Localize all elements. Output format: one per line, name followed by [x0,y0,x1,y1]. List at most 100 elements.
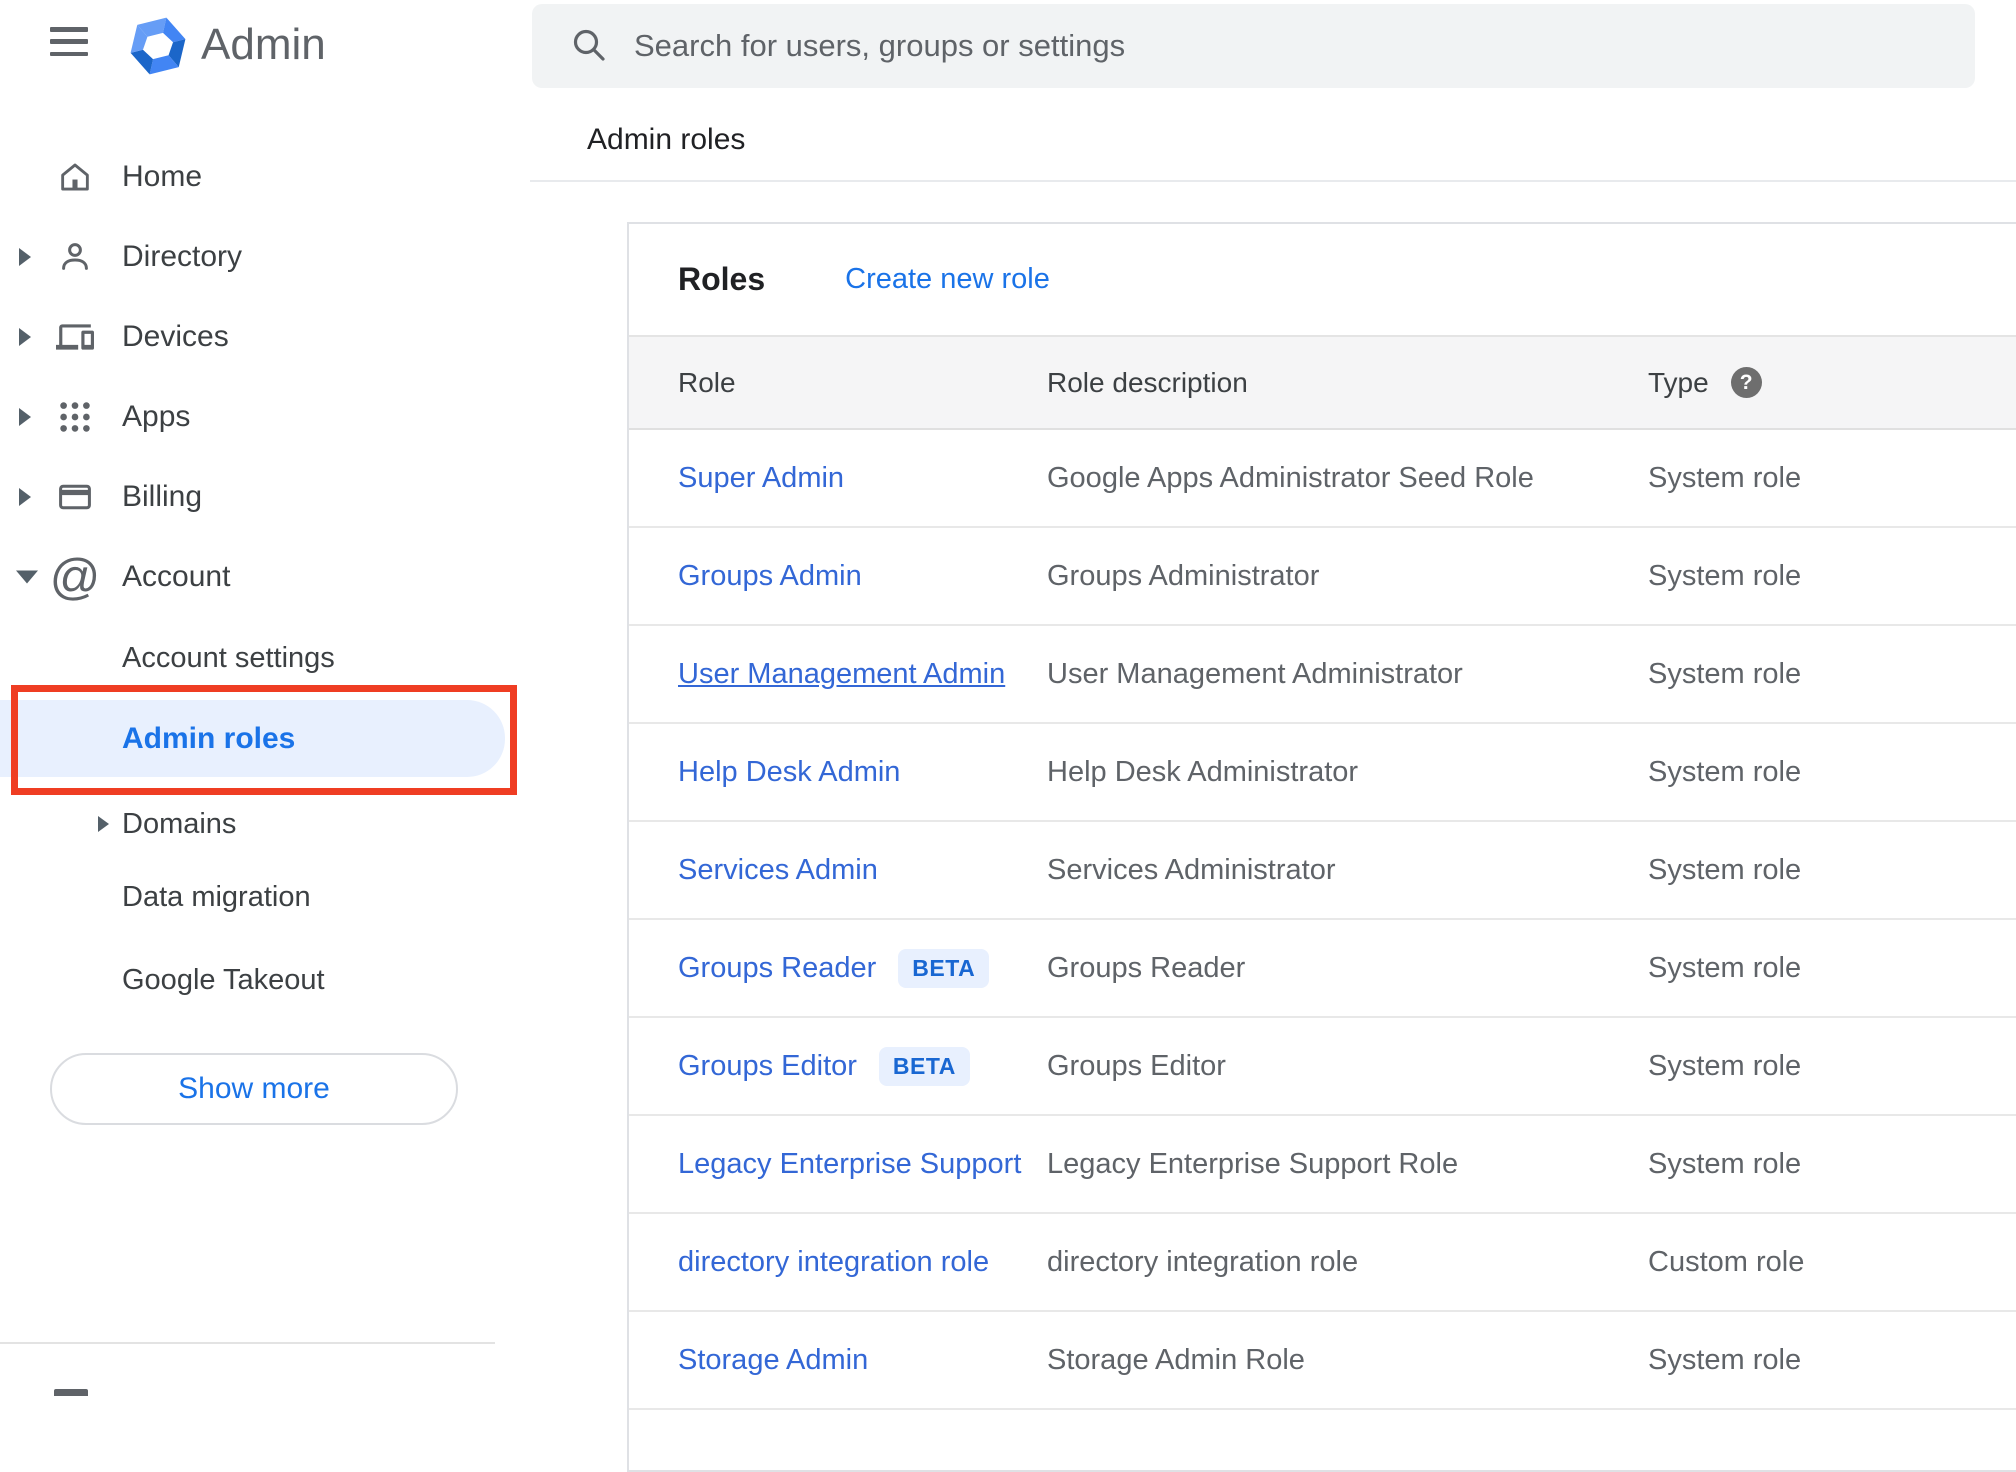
role-type: System role [1648,1147,1802,1180]
cutoff-bottom-icon [54,1389,88,1396]
sidebar-item-label: Directory [122,240,243,273]
sidebar-item-admin-roles[interactable]: Admin roles [0,700,505,777]
roles-panel: Roles Create new role Role Role descript… [627,222,2016,1472]
help-icon[interactable]: ? [1730,367,1762,398]
at-sign-icon: @ [49,549,101,605]
sidebar: Admin Home Directory Devices Apps Billin… [0,0,530,1396]
role-link[interactable]: User Management Admin [678,658,1005,691]
role-type: System role [1648,1343,1802,1376]
devices-icon [56,318,94,356]
person-icon [56,238,94,276]
breadcrumb: Admin roles [587,123,746,156]
table-row: Help Desk Admin Help Desk Administrator … [629,724,2016,822]
table-row: directory integration role directory int… [629,1214,2016,1312]
role-description: Help Desk Administrator [1047,755,1359,788]
role-type: System role [1648,559,1802,592]
sidebar-item-domains[interactable]: Domains [0,784,530,864]
role-link[interactable]: Super Admin [678,462,844,495]
sidebar-item-data-migration[interactable]: Data migration [0,857,530,937]
sidebar-item-label: Devices [122,320,229,353]
role-description: Storage Admin Role [1047,1343,1305,1376]
panel-title: Roles [678,261,766,297]
role-link[interactable]: Groups Admin [678,560,862,593]
beta-badge: BETA [898,948,990,988]
sidebar-item-label: Admin roles [122,721,296,755]
sidebar-item-directory[interactable]: Directory [0,217,530,297]
sidebar-item-account[interactable]: @ Account [0,537,530,617]
role-type: System role [1648,853,1802,886]
role-link[interactable]: directory integration role [678,1246,989,1279]
role-description: Google Apps Administrator Seed Role [1047,461,1534,494]
role-description: Groups Reader [1047,951,1246,984]
search-input[interactable]: Search for users, groups or settings [532,4,1975,88]
role-type: System role [1648,951,1802,984]
role-cell: Legacy Enterprise Support [678,1148,1047,1181]
sidebar-item-devices[interactable]: Devices [0,297,530,377]
table-row: Groups Editor BETA Groups Editor System … [629,1018,2016,1116]
role-link[interactable]: Storage Admin [678,1344,868,1377]
create-new-role-link[interactable]: Create new role [845,263,1050,296]
role-cell: Groups Admin [678,560,1047,593]
roles-panel-header: Roles Create new role [629,224,2016,335]
role-description: User Management Administrator [1047,657,1463,690]
role-cell: Help Desk Admin [678,756,1047,789]
chevron-right-icon[interactable] [19,248,31,266]
role-link[interactable]: Groups Editor [678,1050,857,1083]
role-cell: Groups Reader BETA [678,948,1047,988]
role-link[interactable]: Groups Reader [678,952,876,985]
sidebar-item-label: Data migration [122,880,311,913]
app-title: Admin [201,20,326,69]
role-link[interactable]: Help Desk Admin [678,756,900,789]
table-header-row: Role Role description Type ? [629,335,2016,430]
role-cell: User Management Admin [678,658,1047,691]
admin-console-page: { "app": { "title": "Admin" }, "search":… [0,0,2016,1472]
role-cell: Super Admin [678,462,1047,495]
table-row: Super Admin Google Apps Administrator Se… [629,430,2016,528]
column-header-description: Role description [1047,366,1248,398]
role-cell: directory integration role [678,1246,1047,1279]
chevron-right-icon[interactable] [98,816,109,832]
column-header-role: Role [678,366,736,398]
sidebar-item-billing[interactable]: Billing [0,457,530,537]
sidebar-item-label: Home [122,160,203,193]
role-type: System role [1648,1049,1802,1082]
sidebar-item-label: Account [122,560,231,593]
role-link[interactable]: Services Admin [678,854,878,887]
chevron-right-icon[interactable] [19,408,31,426]
apps-grid-icon [56,398,94,436]
sidebar-item-label: Account settings [122,641,335,674]
role-type: System role [1648,755,1802,788]
chevron-down-icon[interactable] [16,570,38,584]
credit-card-icon [56,478,94,516]
role-description: Groups Administrator [1047,559,1320,592]
menu-icon[interactable] [50,27,88,56]
sidebar-divider [0,1342,495,1344]
show-more-button[interactable]: Show more [50,1053,458,1125]
sidebar-item-account-settings[interactable]: Account settings [0,618,530,698]
role-description: directory integration role [1047,1245,1359,1278]
role-link[interactable]: Legacy Enterprise Support [678,1148,1021,1181]
chevron-right-icon[interactable] [19,488,31,506]
search-placeholder: Search for users, groups or settings [634,28,1126,63]
role-cell: Storage Admin [678,1344,1047,1377]
role-description: Services Administrator [1047,853,1336,886]
beta-badge: BETA [878,1046,970,1086]
home-icon [56,158,94,196]
sidebar-item-home[interactable]: Home [0,137,530,217]
table-row: Services Admin Services Administrator Sy… [629,822,2016,920]
role-type: Custom role [1648,1245,1805,1278]
roles-table-body: Super Admin Google Apps Administrator Se… [629,430,2016,1410]
role-cell: Groups Editor BETA [678,1046,1047,1086]
sidebar-item-label: Domains [122,807,237,840]
table-row: Legacy Enterprise Support Legacy Enterpr… [629,1116,2016,1214]
chevron-right-icon[interactable] [19,328,31,346]
role-cell: Services Admin [678,854,1047,887]
sidebar-item-label: Google Takeout [122,963,325,996]
role-description: Legacy Enterprise Support Role [1047,1147,1459,1180]
header-divider [530,180,2016,182]
sidebar-item-google-takeout[interactable]: Google Takeout [0,940,530,1020]
table-row: Storage Admin Storage Admin Role System … [629,1312,2016,1410]
admin-logo-icon [130,17,186,75]
sidebar-item-apps[interactable]: Apps [0,377,530,457]
sidebar-item-label: Billing [122,480,203,513]
